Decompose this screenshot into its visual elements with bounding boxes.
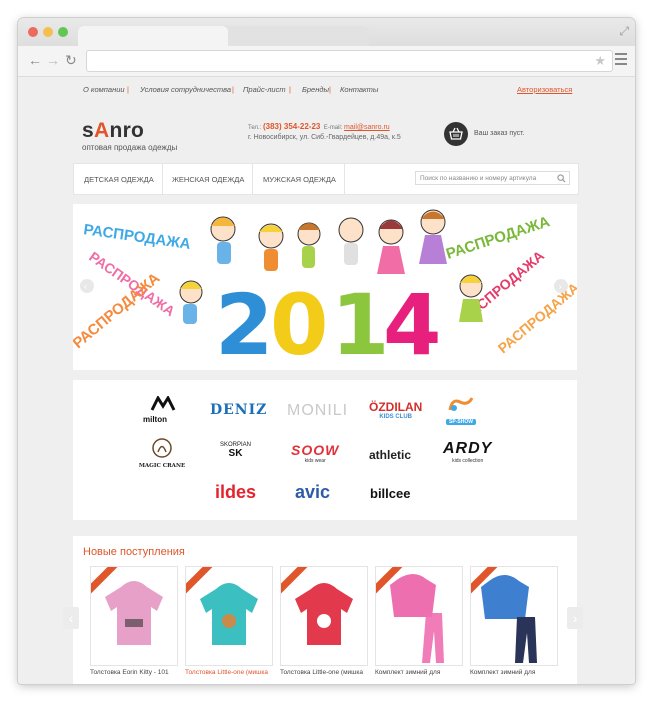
browser-menu-icon[interactable] bbox=[615, 53, 627, 68]
browser-tab-active[interactable] bbox=[78, 26, 228, 46]
product-name[interactable]: Толстовка Eorin Kitty - 101 bbox=[90, 669, 178, 676]
logo-accent-letter: A bbox=[93, 119, 110, 142]
site-tagline: оптовая продажа одежды bbox=[82, 143, 178, 152]
close-window-icon[interactable] bbox=[28, 27, 38, 37]
nav-link-terms[interactable]: Условия сотрудничества bbox=[140, 85, 231, 94]
category-separator bbox=[162, 164, 163, 194]
category-navigation: ДЕТСКАЯ ОДЕЖДА ЖЕНСКАЯ ОДЕЖДА МУЖСКАЯ ОД… bbox=[73, 163, 579, 195]
product-name[interactable]: Комплект зимний для bbox=[375, 669, 463, 676]
svg-text:›: › bbox=[559, 283, 563, 293]
brand-ozdilan-logo[interactable]: ÖZDILAN KIDS CLUB bbox=[369, 400, 422, 420]
brand-monili-logo[interactable]: MONILI bbox=[287, 402, 348, 420]
forward-arrow-icon[interactable]: → bbox=[46, 52, 60, 68]
year-digit: 0 bbox=[270, 276, 328, 370]
category-kids[interactable]: ДЕТСКАЯ ОДЕЖДА bbox=[84, 175, 154, 184]
minimize-window-icon[interactable] bbox=[43, 27, 53, 37]
new-arrivals-section: Новые поступления ‹ Толстовка Eorin Kitt… bbox=[63, 536, 583, 684]
fullscreen-icon[interactable]: ⤢ bbox=[619, 24, 629, 39]
category-men[interactable]: МУЖСКАЯ ОДЕЖДА bbox=[263, 175, 336, 184]
crane-emblem-icon bbox=[152, 438, 172, 458]
nav-link-contacts[interactable]: Контакты bbox=[340, 85, 378, 94]
category-separator bbox=[344, 164, 345, 194]
logo-text: s bbox=[82, 119, 94, 142]
new-arrivals-title: Новые поступления bbox=[83, 546, 185, 558]
brand-soow-logo[interactable]: SOOW kids wear bbox=[291, 442, 339, 464]
category-separator bbox=[252, 164, 253, 194]
promo-banner[interactable]: РАСПРОДАЖА РАСПРОДАЖА РАСПРОДАЖА РАСПРОД… bbox=[73, 204, 577, 370]
address-text: г. Новосибирск, ул. Сиб.-Гвардейцев, д.4… bbox=[248, 134, 401, 141]
email-label: E-mail: bbox=[323, 125, 343, 131]
search-placeholder: Поиск по названию и номеру артикула bbox=[420, 175, 537, 182]
search-icon[interactable] bbox=[557, 174, 566, 183]
brand-athletic-logo[interactable]: athletic bbox=[369, 448, 411, 462]
product-card[interactable] bbox=[185, 566, 273, 666]
nav-separator: | bbox=[289, 85, 291, 94]
product-card[interactable] bbox=[470, 566, 558, 666]
product-name[interactable]: Комплект зимний для bbox=[470, 669, 558, 676]
product-name[interactable]: Толстовка Little-one (мишка bbox=[185, 669, 273, 676]
title-bar: ⤢ bbox=[18, 18, 635, 46]
phone-label: Тел.: bbox=[248, 125, 262, 131]
brand-spshow-logo[interactable]: SP-SHOW bbox=[446, 396, 476, 425]
carousel-prev-arrow[interactable]: ‹ bbox=[63, 607, 79, 629]
milton-icon bbox=[150, 394, 176, 411]
product-name[interactable]: Толстовка Little-one (мишка bbox=[280, 669, 368, 676]
product-card[interactable] bbox=[375, 566, 463, 666]
back-arrow-icon[interactable]: ← bbox=[28, 52, 42, 68]
top-navigation: О компании | Условия сотрудничества | Пр… bbox=[73, 85, 577, 99]
login-link[interactable]: Авторизоваться bbox=[517, 85, 572, 94]
product-image bbox=[390, 574, 444, 663]
logo-text: nro bbox=[109, 119, 145, 142]
nav-separator: | bbox=[329, 85, 331, 94]
contact-line: Тел.: (383) 354-22-23 E-mail: mail@sanro… bbox=[248, 122, 390, 131]
year-2014: 2 0 1 4 bbox=[215, 276, 441, 370]
reload-icon[interactable]: ↻ bbox=[65, 52, 77, 68]
brand-logos: milton DENIZ MONILI ÖZDILAN KIDS CLUB SP… bbox=[73, 380, 577, 520]
site-logo[interactable]: sAnro bbox=[82, 119, 144, 143]
year-digit: 2 bbox=[215, 276, 273, 370]
maximize-window-icon[interactable] bbox=[58, 27, 68, 37]
nav-separator: | bbox=[232, 85, 234, 94]
year-digit: 4 bbox=[383, 276, 441, 370]
nav-separator: | bbox=[127, 85, 129, 94]
address-bar[interactable]: ★ bbox=[86, 50, 613, 72]
product-image bbox=[105, 581, 163, 645]
sp-show-icon bbox=[448, 397, 474, 411]
brand-ardy-logo[interactable]: ARDY kids collection bbox=[443, 440, 492, 464]
category-women[interactable]: ЖЕНСКАЯ ОДЕЖДА bbox=[172, 175, 244, 184]
brand-magic-crane-logo[interactable]: MAGIC CRANE bbox=[138, 438, 186, 469]
year-digit: 1 bbox=[331, 276, 389, 370]
brand-skorpian-logo[interactable]: SKORPIAN SK bbox=[220, 442, 251, 459]
web-page: О компании | Условия сотрудничества | Пр… bbox=[18, 77, 635, 684]
product-image bbox=[481, 575, 537, 663]
bookmark-star-icon[interactable]: ★ bbox=[594, 53, 606, 69]
phone-number[interactable]: (383) 354-22-23 bbox=[263, 122, 320, 131]
brand-deniz-logo[interactable]: DENIZ bbox=[210, 402, 267, 418]
svg-text:‹: ‹ bbox=[84, 283, 88, 293]
browser-window: ⤢ ← → ↻ ★ О компании | Условия сотруднич… bbox=[18, 18, 635, 684]
product-image bbox=[295, 583, 353, 645]
product-card[interactable] bbox=[90, 566, 178, 666]
cart-status: Ваш заказ пуст. bbox=[474, 130, 525, 137]
banner-artwork: РАСПРОДАЖА РАСПРОДАЖА РАСПРОДАЖА РАСПРОД… bbox=[73, 204, 577, 370]
product-image bbox=[200, 583, 258, 645]
nav-link-pricelist[interactable]: Прайс-лист bbox=[243, 85, 286, 94]
search-input[interactable]: Поиск по названию и номеру артикула bbox=[415, 171, 570, 185]
product-card[interactable] bbox=[280, 566, 368, 666]
brand-billcee-logo[interactable]: billcee bbox=[370, 486, 410, 501]
nav-link-brands[interactable]: Бренды bbox=[302, 85, 329, 94]
browser-toolbar: ← → ↻ ★ bbox=[18, 46, 635, 77]
brand-avic-logo[interactable]: avic bbox=[295, 482, 330, 503]
nav-link-about[interactable]: О компании bbox=[83, 85, 125, 94]
browser-tab-inactive[interactable] bbox=[218, 26, 369, 46]
brand-ildes-logo[interactable]: ildes bbox=[215, 482, 256, 503]
email-link[interactable]: mail@sanro.ru bbox=[344, 124, 390, 131]
carousel-next-arrow[interactable]: › bbox=[567, 607, 583, 629]
cart-icon[interactable] bbox=[444, 122, 468, 146]
brand-milton-logo[interactable]: milton bbox=[143, 394, 183, 424]
